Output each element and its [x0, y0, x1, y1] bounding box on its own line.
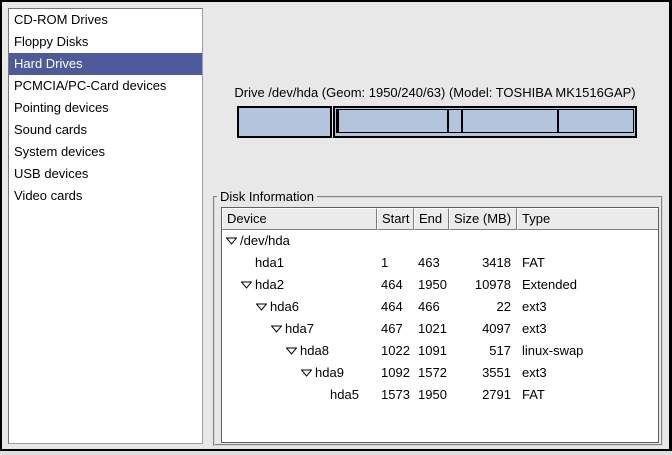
expander-icon[interactable] — [241, 274, 252, 296]
partition-segment-hda8 — [448, 109, 461, 133]
type-cell — [517, 230, 658, 252]
device-cell: hda6 — [222, 296, 377, 318]
table-row-hda5[interactable]: hda5 157319502791FAT — [222, 384, 658, 406]
table-row-hda7[interactable]: hda7 46710214097ext3 — [222, 318, 658, 340]
end-cell: 1021 — [414, 318, 449, 340]
expander-icon[interactable] — [226, 230, 237, 252]
sidebar-item-cd-rom-drives[interactable]: CD-ROM Drives — [9, 9, 202, 31]
device-cell: hda7 — [222, 318, 377, 340]
end-cell: 1950 — [414, 384, 449, 406]
disk-information-label: Disk Information — [217, 189, 317, 204]
start-cell — [377, 230, 414, 252]
table-row-hda9[interactable]: hda9 109215723551ext3 — [222, 362, 658, 384]
hardware-browser-window: CD-ROM DrivesFloppy DisksHard DrivesPCMC… — [0, 0, 672, 455]
end-cell: 466 — [414, 296, 449, 318]
partition-segment-hda1 — [237, 106, 332, 138]
size-cell: 4097 — [449, 318, 517, 340]
type-cell: ext3 — [517, 362, 658, 384]
size-cell: 3551 — [449, 362, 517, 384]
sidebar-item-sound-cards[interactable]: Sound cards — [9, 119, 202, 141]
column-header-type[interactable]: Type — [517, 208, 658, 230]
size-cell — [449, 230, 517, 252]
expander-icon[interactable] — [271, 318, 282, 340]
start-cell: 467 — [377, 318, 414, 340]
type-cell: ext3 — [517, 296, 658, 318]
table-row-dev-hda[interactable]: /dev/hda — [222, 230, 658, 252]
sidebar-item-hard-drives[interactable]: Hard Drives — [9, 53, 202, 75]
device-name: hda5 — [330, 384, 359, 406]
type-cell: linux-swap — [517, 340, 658, 362]
column-header-device[interactable]: Device — [222, 208, 377, 230]
device-cell: hda1 — [222, 252, 377, 274]
disk-table: DeviceStartEndSize (MB)Type /dev/hdahda1… — [221, 207, 659, 443]
column-header-end[interactable]: End — [414, 208, 449, 230]
type-cell: ext3 — [517, 318, 658, 340]
start-cell: 464 — [377, 274, 414, 296]
partition-segment-hda2 — [333, 106, 637, 138]
partition-bar — [237, 106, 637, 138]
device-name: hda7 — [285, 318, 314, 340]
column-header-size-mb[interactable]: Size (MB) — [449, 208, 517, 230]
end-cell — [414, 230, 449, 252]
sidebar-item-system-devices[interactable]: System devices — [9, 141, 202, 163]
end-cell: 1572 — [414, 362, 449, 384]
disk-table-header: DeviceStartEndSize (MB)Type — [222, 208, 658, 230]
end-cell: 463 — [414, 252, 449, 274]
device-name: hda9 — [315, 362, 344, 384]
size-cell: 22 — [449, 296, 517, 318]
sidebar-item-pcmcia-pc-card-devices[interactable]: PCMCIA/PC-Card devices — [9, 75, 202, 97]
device-cell: /dev/hda — [222, 230, 377, 252]
disk-information-frame: Disk Information DeviceStartEndSize (MB)… — [213, 196, 663, 446]
start-cell: 1 — [377, 252, 414, 274]
type-cell: FAT — [517, 252, 658, 274]
table-row-hda2[interactable]: hda2 464195010978Extended — [222, 274, 658, 296]
start-cell: 1022 — [377, 340, 414, 362]
start-cell: 1092 — [377, 362, 414, 384]
expander-icon[interactable] — [286, 340, 297, 362]
device-cell: hda2 — [222, 274, 377, 296]
table-row-hda6[interactable]: hda6 46446622ext3 — [222, 296, 658, 318]
device-cell: hda8 — [222, 340, 377, 362]
size-cell: 3418 — [449, 252, 517, 274]
size-cell: 10978 — [449, 274, 517, 296]
sidebar-item-floppy-disks[interactable]: Floppy Disks — [9, 31, 202, 53]
end-cell: 1950 — [414, 274, 449, 296]
expander-icon[interactable] — [301, 362, 312, 384]
start-cell: 464 — [377, 296, 414, 318]
partition-segment-hda5 — [558, 109, 634, 133]
table-row-hda8[interactable]: hda8 10221091517linux-swap — [222, 340, 658, 362]
drive-title: Drive /dev/hda (Geom: 1950/240/63) (Mode… — [220, 85, 650, 101]
window-body: CD-ROM DrivesFloppy DisksHard DrivesPCMC… — [0, 0, 672, 451]
partition-segment-hda7 — [338, 109, 449, 133]
table-row-hda1[interactable]: hda1 14633418FAT — [222, 252, 658, 274]
start-cell: 1573 — [377, 384, 414, 406]
device-cell: hda9 — [222, 362, 377, 384]
expander-icon[interactable] — [256, 296, 267, 318]
partition-segment-hda9 — [462, 109, 558, 133]
device-cell: hda5 — [222, 384, 377, 406]
device-name: /dev/hda — [240, 230, 290, 252]
device-name: hda8 — [300, 340, 329, 362]
column-header-start[interactable]: Start — [377, 208, 414, 230]
disk-table-body: /dev/hdahda114633418FAThda2464195010978E… — [222, 230, 658, 406]
device-name: hda1 — [255, 252, 284, 274]
size-cell: 2791 — [449, 384, 517, 406]
device-name: hda6 — [270, 296, 299, 318]
type-cell: Extended — [517, 274, 658, 296]
window-bottom-edge — [0, 451, 672, 455]
device-category-list: CD-ROM DrivesFloppy DisksHard DrivesPCMC… — [8, 8, 203, 444]
end-cell: 1091 — [414, 340, 449, 362]
sidebar-item-usb-devices[interactable]: USB devices — [9, 163, 202, 185]
sidebar-item-pointing-devices[interactable]: Pointing devices — [9, 97, 202, 119]
device-name: hda2 — [255, 274, 284, 296]
size-cell: 517 — [449, 340, 517, 362]
type-cell: FAT — [517, 384, 658, 406]
sidebar-item-video-cards[interactable]: Video cards — [9, 185, 202, 207]
